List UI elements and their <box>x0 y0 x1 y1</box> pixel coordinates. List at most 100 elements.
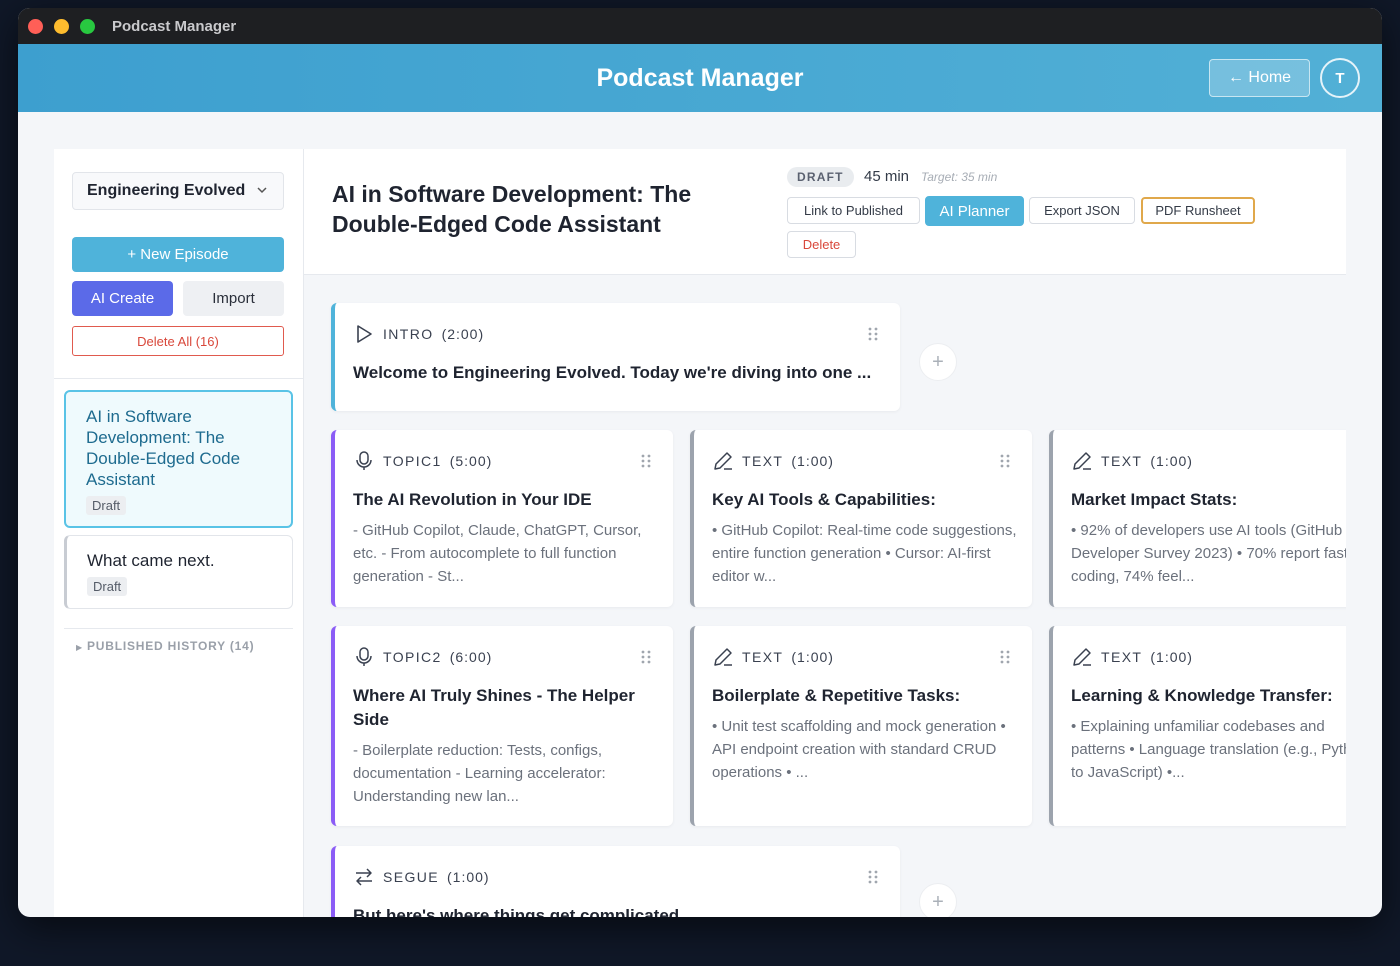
chevron-down-icon <box>257 183 267 197</box>
segment-duration: (5:00) <box>449 453 493 469</box>
drag-handle-icon[interactable] <box>868 327 878 341</box>
segment-body: • 92% of developers use AI tools (GitHub… <box>1071 522 1346 585</box>
segment-title: Where AI Truly Shines - The Helper Side <box>353 686 635 729</box>
episode-list-item[interactable]: What came next. Draft <box>64 535 293 609</box>
pdf-runsheet-button[interactable]: PDF Runsheet <box>1141 197 1255 224</box>
close-window-button[interactable] <box>28 18 43 34</box>
episode-editor: AI in Software Development: The Double-E… <box>304 149 1346 917</box>
minimize-window-button[interactable] <box>54 18 69 34</box>
segment-title: The AI Revolution in Your IDE <box>353 490 592 509</box>
divider <box>64 628 293 629</box>
segment-type: TEXT <box>1101 649 1143 665</box>
segment-title: Key AI Tools & Capabilities: <box>712 490 936 509</box>
add-segment-button[interactable]: + <box>919 343 957 381</box>
new-episode-button[interactable]: + New Episode <box>72 237 284 272</box>
segment-duration: (6:00) <box>449 649 493 665</box>
status-badge: Draft <box>86 496 127 515</box>
drag-handle-icon[interactable] <box>1000 650 1010 664</box>
app-title: Podcast Manager <box>596 63 804 92</box>
segment-title: But here's where things get complicated.… <box>353 906 694 917</box>
episode-header: AI in Software Development: The Double-E… <box>304 149 1346 275</box>
segment-header: TEXT (1:00) <box>712 646 834 668</box>
segment-type: SEGUE <box>383 869 440 885</box>
pencil-icon <box>1071 450 1093 472</box>
podcast-select[interactable]: Engineering Evolved <box>72 172 284 210</box>
episode-list-item[interactable]: AI in Software Development: The Double-E… <box>64 390 293 528</box>
segment-title: Welcome to Engineering Evolved. Today we… <box>353 363 872 382</box>
segment-card[interactable]: TEXT (1:00) Learning & Knowledge Transfe… <box>1049 626 1346 826</box>
delete-all-button[interactable]: Delete All (16) <box>72 326 284 356</box>
segment-card[interactable]: INTRO (2:00) Welcome to Engineering Evol… <box>331 303 900 411</box>
drag-handle-icon[interactable] <box>641 454 651 468</box>
segment-duration: (1:00) <box>791 453 834 469</box>
pencil-icon <box>1071 646 1093 668</box>
link-to-published-button[interactable]: Link to Published <box>787 197 920 224</box>
segment-title: Boilerplate & Repetitive Tasks: <box>712 686 961 705</box>
segment-duration: (2:00) <box>441 326 485 342</box>
episode-title: What came next. <box>87 551 215 570</box>
content-area: Engineering Evolved + New Episode AI Cre… <box>54 149 1346 917</box>
swap-arrows-icon <box>353 866 375 888</box>
segment-duration: (1:00) <box>1150 649 1193 665</box>
divider <box>54 378 303 379</box>
drag-handle-icon[interactable] <box>868 870 878 884</box>
play-icon <box>353 323 375 345</box>
caret-right-icon: ▶ <box>76 643 83 652</box>
segment-duration: (1:00) <box>1150 453 1193 469</box>
segment-type: TEXT <box>1101 453 1143 469</box>
import-button[interactable]: Import <box>183 281 284 316</box>
segment-body: • Unit test scaffolding and mock generat… <box>712 718 1006 781</box>
episode-target: Target: 35 min <box>921 170 998 184</box>
segment-title: Market Impact Stats: <box>1071 490 1238 509</box>
segment-body: • GitHub Copilot: Real-time code suggest… <box>712 522 1017 585</box>
pencil-icon <box>712 646 734 668</box>
segment-type: TOPIC1 <box>383 453 442 469</box>
segment-card[interactable]: TOPIC1 (5:00) The AI Revolution in Your … <box>331 430 673 607</box>
segment-body: - Boilerplate reduction: Tests, configs,… <box>353 742 606 805</box>
ai-planner-button[interactable]: AI Planner <box>925 196 1024 226</box>
app-header: Podcast Manager ← Home T <box>18 44 1382 112</box>
episode-duration: 45 min <box>864 168 910 185</box>
segment-header: TEXT (1:00) <box>1071 450 1193 472</box>
window-title: Podcast Manager <box>112 17 237 35</box>
segment-card[interactable]: SEGUE (1:00) But here's where things get… <box>331 846 900 917</box>
segment-header: SEGUE (1:00) <box>353 866 490 888</box>
home-button[interactable]: ← Home <box>1209 59 1310 97</box>
add-segment-button[interactable]: + <box>919 883 957 917</box>
segment-header: TOPIC1 (5:00) <box>353 450 492 472</box>
delete-episode-button[interactable]: Delete <box>787 231 856 258</box>
ai-create-button[interactable]: AI Create <box>72 281 173 316</box>
title-bar: Podcast Manager <box>18 8 1382 44</box>
microphone-icon <box>353 450 375 472</box>
segment-duration: (1:00) <box>447 869 490 885</box>
episode-main-title: AI in Software Development: The Double-E… <box>332 181 692 237</box>
drag-handle-icon[interactable] <box>641 650 651 664</box>
segment-card[interactable]: TEXT (1:00) Market Impact Stats: • 92% o… <box>1049 430 1346 607</box>
drag-handle-icon[interactable] <box>1000 454 1010 468</box>
segment-type: TEXT <box>742 453 784 469</box>
published-history-toggle[interactable]: ▶ PUBLISHED HISTORY (14) <box>76 639 254 653</box>
user-avatar[interactable]: T <box>1320 58 1360 98</box>
segment-header: INTRO (2:00) <box>353 323 484 345</box>
segment-body: • Explaining unfamiliar codebases and pa… <box>1071 718 1346 781</box>
segment-header: TEXT (1:00) <box>712 450 834 472</box>
segment-body: - GitHub Copilot, Claude, ChatGPT, Curso… <box>353 522 642 585</box>
status-badge: Draft <box>87 577 128 596</box>
export-json-button[interactable]: Export JSON <box>1029 197 1135 224</box>
app-window: Podcast Manager Podcast Manager ← Home T… <box>18 8 1382 917</box>
segment-card[interactable]: TOPIC2 (6:00) Where AI Truly Shines - Th… <box>331 626 673 826</box>
pencil-icon <box>712 450 734 472</box>
segment-type: TOPIC2 <box>383 649 442 665</box>
published-history-label: PUBLISHED HISTORY (14) <box>86 639 255 653</box>
segment-title: Learning & Knowledge Transfer: <box>1071 686 1333 705</box>
maximize-window-button[interactable] <box>80 18 95 34</box>
podcast-select-value: Engineering Evolved <box>87 182 246 199</box>
segment-card[interactable]: TEXT (1:00) Boilerplate & Repetitive Tas… <box>690 626 1032 826</box>
segment-header: TEXT (1:00) <box>1071 646 1193 668</box>
segment-header: TOPIC2 (6:00) <box>353 646 492 668</box>
status-badge: DRAFT <box>787 167 854 187</box>
segment-card[interactable]: TEXT (1:00) Key AI Tools & Capabilities:… <box>690 430 1032 607</box>
sidebar: Engineering Evolved + New Episode AI Cre… <box>54 149 304 917</box>
segment-type: INTRO <box>383 326 434 342</box>
episode-title: AI in Software Development: The Double-E… <box>86 407 241 489</box>
